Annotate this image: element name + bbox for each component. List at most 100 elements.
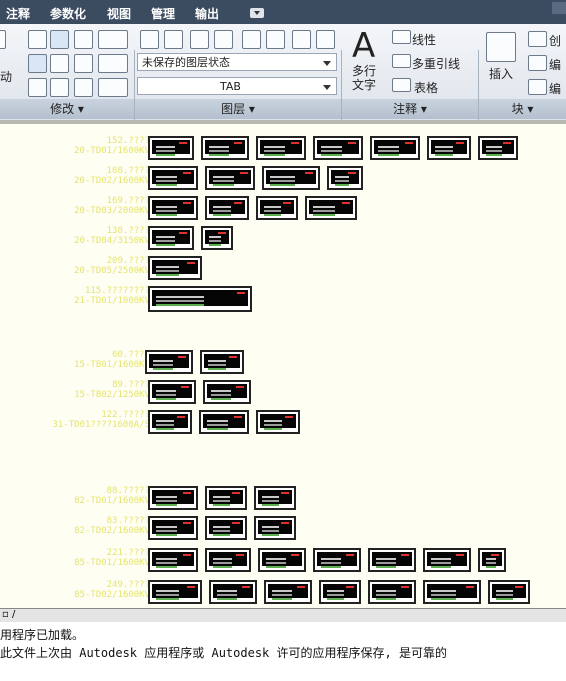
drawing-frame[interactable]: [327, 166, 363, 190]
drawing-frame[interactable]: [201, 136, 249, 160]
annotation-panel-title[interactable]: 注释 ▾: [342, 99, 478, 119]
edit-block-icon[interactable]: [528, 55, 547, 71]
drawing-frame[interactable]: [254, 486, 296, 510]
drawing-frame[interactable]: [313, 136, 363, 160]
edit-dropdown[interactable]: [98, 78, 128, 97]
layer-freeze-icon[interactable]: [266, 30, 285, 49]
drawing-frame[interactable]: [199, 410, 249, 434]
drawing-frame[interactable]: [148, 516, 198, 540]
drawing-frame[interactable]: [148, 136, 194, 160]
drawing-frame[interactable]: [488, 580, 530, 604]
drawing-frame[interactable]: [148, 166, 198, 190]
drawing-frame[interactable]: [254, 516, 296, 540]
drawing-frame[interactable]: [264, 580, 312, 604]
menu-manage[interactable]: 管理: [151, 5, 175, 22]
multiline-text-icon[interactable]: A: [352, 26, 375, 66]
drawing-canvas[interactable]: 152.???? 20-TD01/1600KV 168.???? 20-TD02/16…: [0, 120, 566, 608]
drawing-frame[interactable]: [201, 226, 233, 250]
drawing-frame[interactable]: [148, 380, 196, 404]
modify-panel-title[interactable]: 修改 ▾: [0, 99, 134, 119]
linear-dimension-button[interactable]: 线性: [412, 31, 436, 48]
layer-match-icon[interactable]: [190, 30, 209, 49]
drawing-frame[interactable]: [319, 580, 361, 604]
drawing-frame[interactable]: [256, 196, 298, 220]
fillet-icon[interactable]: [74, 54, 93, 73]
move-icon[interactable]: [0, 30, 6, 49]
drawing-frame[interactable]: [148, 196, 198, 220]
drawing-frame[interactable]: [203, 380, 251, 404]
drawing-frame[interactable]: [423, 548, 471, 572]
layout-tab-strip[interactable]: ▫ /: [0, 608, 566, 623]
drawing-frame[interactable]: [148, 486, 198, 510]
drawing-frame[interactable]: [200, 350, 244, 374]
drawing-frame[interactable]: [256, 136, 306, 160]
menu-annotate[interactable]: 注释: [6, 5, 30, 22]
current-layer-dropdown[interactable]: TAB: [137, 77, 337, 95]
linear-dimension-icon[interactable]: [392, 30, 411, 44]
drawing-frame[interactable]: [148, 410, 192, 434]
drawing-frame[interactable]: [148, 548, 198, 572]
stretch-icon[interactable]: [28, 54, 47, 73]
drawing-frame[interactable]: [148, 226, 194, 250]
drawing-frame[interactable]: [205, 486, 247, 510]
rotate-icon[interactable]: [50, 30, 69, 49]
drawing-frame[interactable]: [370, 136, 420, 160]
drawing-frame[interactable]: [205, 516, 247, 540]
layer-lock-icon[interactable]: [316, 30, 335, 49]
explode-dropdown[interactable]: [98, 54, 128, 73]
trim-icon[interactable]: [74, 30, 93, 49]
drawing-frame[interactable]: [148, 580, 202, 604]
edit-attribute-icon[interactable]: [528, 79, 547, 95]
drawing-frame[interactable]: [262, 166, 320, 190]
drawing-frame[interactable]: [148, 286, 252, 312]
multileader-icon[interactable]: [392, 54, 411, 68]
layer-properties-icon[interactable]: [140, 30, 159, 49]
command-window[interactable]: 用程序已加载。 此文件上次由 Autodesk 应用程序或 Autodesk 许…: [0, 622, 566, 681]
edit-attribute-button[interactable]: 编: [549, 80, 561, 97]
drawing-frame[interactable]: [478, 136, 518, 160]
menu-view[interactable]: 视图: [107, 5, 131, 22]
table-icon[interactable]: [392, 78, 411, 92]
table-button[interactable]: 表格: [414, 79, 438, 96]
menu-parametric[interactable]: 参数化: [50, 5, 86, 22]
drawing-frame[interactable]: [313, 548, 361, 572]
layer-isolate-icon[interactable]: [242, 30, 261, 49]
ribbon-toggle-button[interactable]: [250, 8, 264, 18]
row-label-code: 85-TD02/1600KV: [74, 590, 150, 600]
array-icon[interactable]: [50, 78, 69, 97]
drawing-frame[interactable]: [209, 580, 257, 604]
insert-block-label[interactable]: 插入: [489, 65, 513, 82]
drawing-frame[interactable]: [368, 580, 416, 604]
drawing-frame[interactable]: [205, 166, 255, 190]
copy-icon[interactable]: [28, 30, 47, 49]
drawing-frame[interactable]: [368, 548, 416, 572]
erase-dropdown[interactable]: [98, 30, 128, 49]
drawing-frame[interactable]: [256, 410, 300, 434]
offset-icon[interactable]: [74, 78, 93, 97]
drawing-frame[interactable]: [148, 256, 202, 280]
drawing-frame[interactable]: [145, 350, 193, 374]
drawing-frame[interactable]: [305, 196, 357, 220]
insert-block-icon[interactable]: [486, 32, 516, 62]
block-panel-title[interactable]: 块 ▾: [479, 99, 566, 119]
drawing-frame[interactable]: [258, 548, 306, 572]
layer-off-icon[interactable]: [292, 30, 311, 49]
row-label: 209.???? 20-TD05/2500KV: [74, 256, 150, 276]
mirror-icon[interactable]: [50, 54, 69, 73]
drawing-frame[interactable]: [423, 580, 481, 604]
layer-previous-icon[interactable]: [214, 30, 233, 49]
multileader-button[interactable]: 多重引线: [412, 55, 460, 72]
create-block-button[interactable]: 创: [549, 32, 561, 49]
layer-panel-title[interactable]: 图层 ▾: [135, 99, 341, 119]
drawing-frame[interactable]: [478, 548, 506, 572]
tab-scroll-icon[interactable]: ▫ /: [2, 609, 15, 620]
drawing-frame[interactable]: [205, 548, 251, 572]
scale-icon[interactable]: [28, 78, 47, 97]
menu-output[interactable]: 输出: [195, 5, 219, 22]
drawing-frame[interactable]: [205, 196, 249, 220]
edit-block-button[interactable]: 编: [549, 56, 561, 73]
layer-state-dropdown[interactable]: 未保存的图层状态: [137, 53, 337, 71]
drawing-frame[interactable]: [427, 136, 471, 160]
layer-states-icon[interactable]: [164, 30, 183, 49]
create-block-icon[interactable]: [528, 31, 547, 47]
